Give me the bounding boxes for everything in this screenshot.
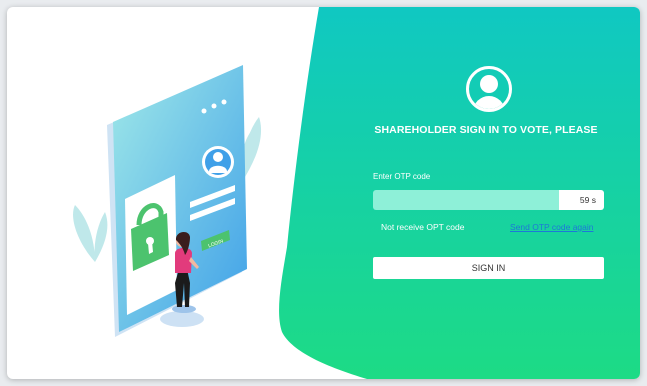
otp-input[interactable]: [373, 190, 559, 210]
otp-countdown: 59 s: [559, 190, 604, 210]
no-otp-text: Not receive OPT code: [381, 222, 465, 232]
login-card: LOGIN SHAREHOLDER SIGN IN TO VOTE, PLEAS…: [7, 7, 640, 379]
sign-in-button[interactable]: SIGN IN: [373, 257, 604, 279]
resend-otp-link[interactable]: Send OTP code again: [510, 222, 594, 232]
leaves-left: [73, 205, 108, 262]
profile-icon: [202, 146, 234, 178]
otp-label: Enter OTP code: [373, 172, 431, 181]
user-avatar-icon: [466, 66, 512, 112]
phone-illustration: LOGIN: [73, 65, 262, 337]
page-title: SHAREHOLDER SIGN IN TO VOTE, PLEASE: [374, 124, 598, 136]
